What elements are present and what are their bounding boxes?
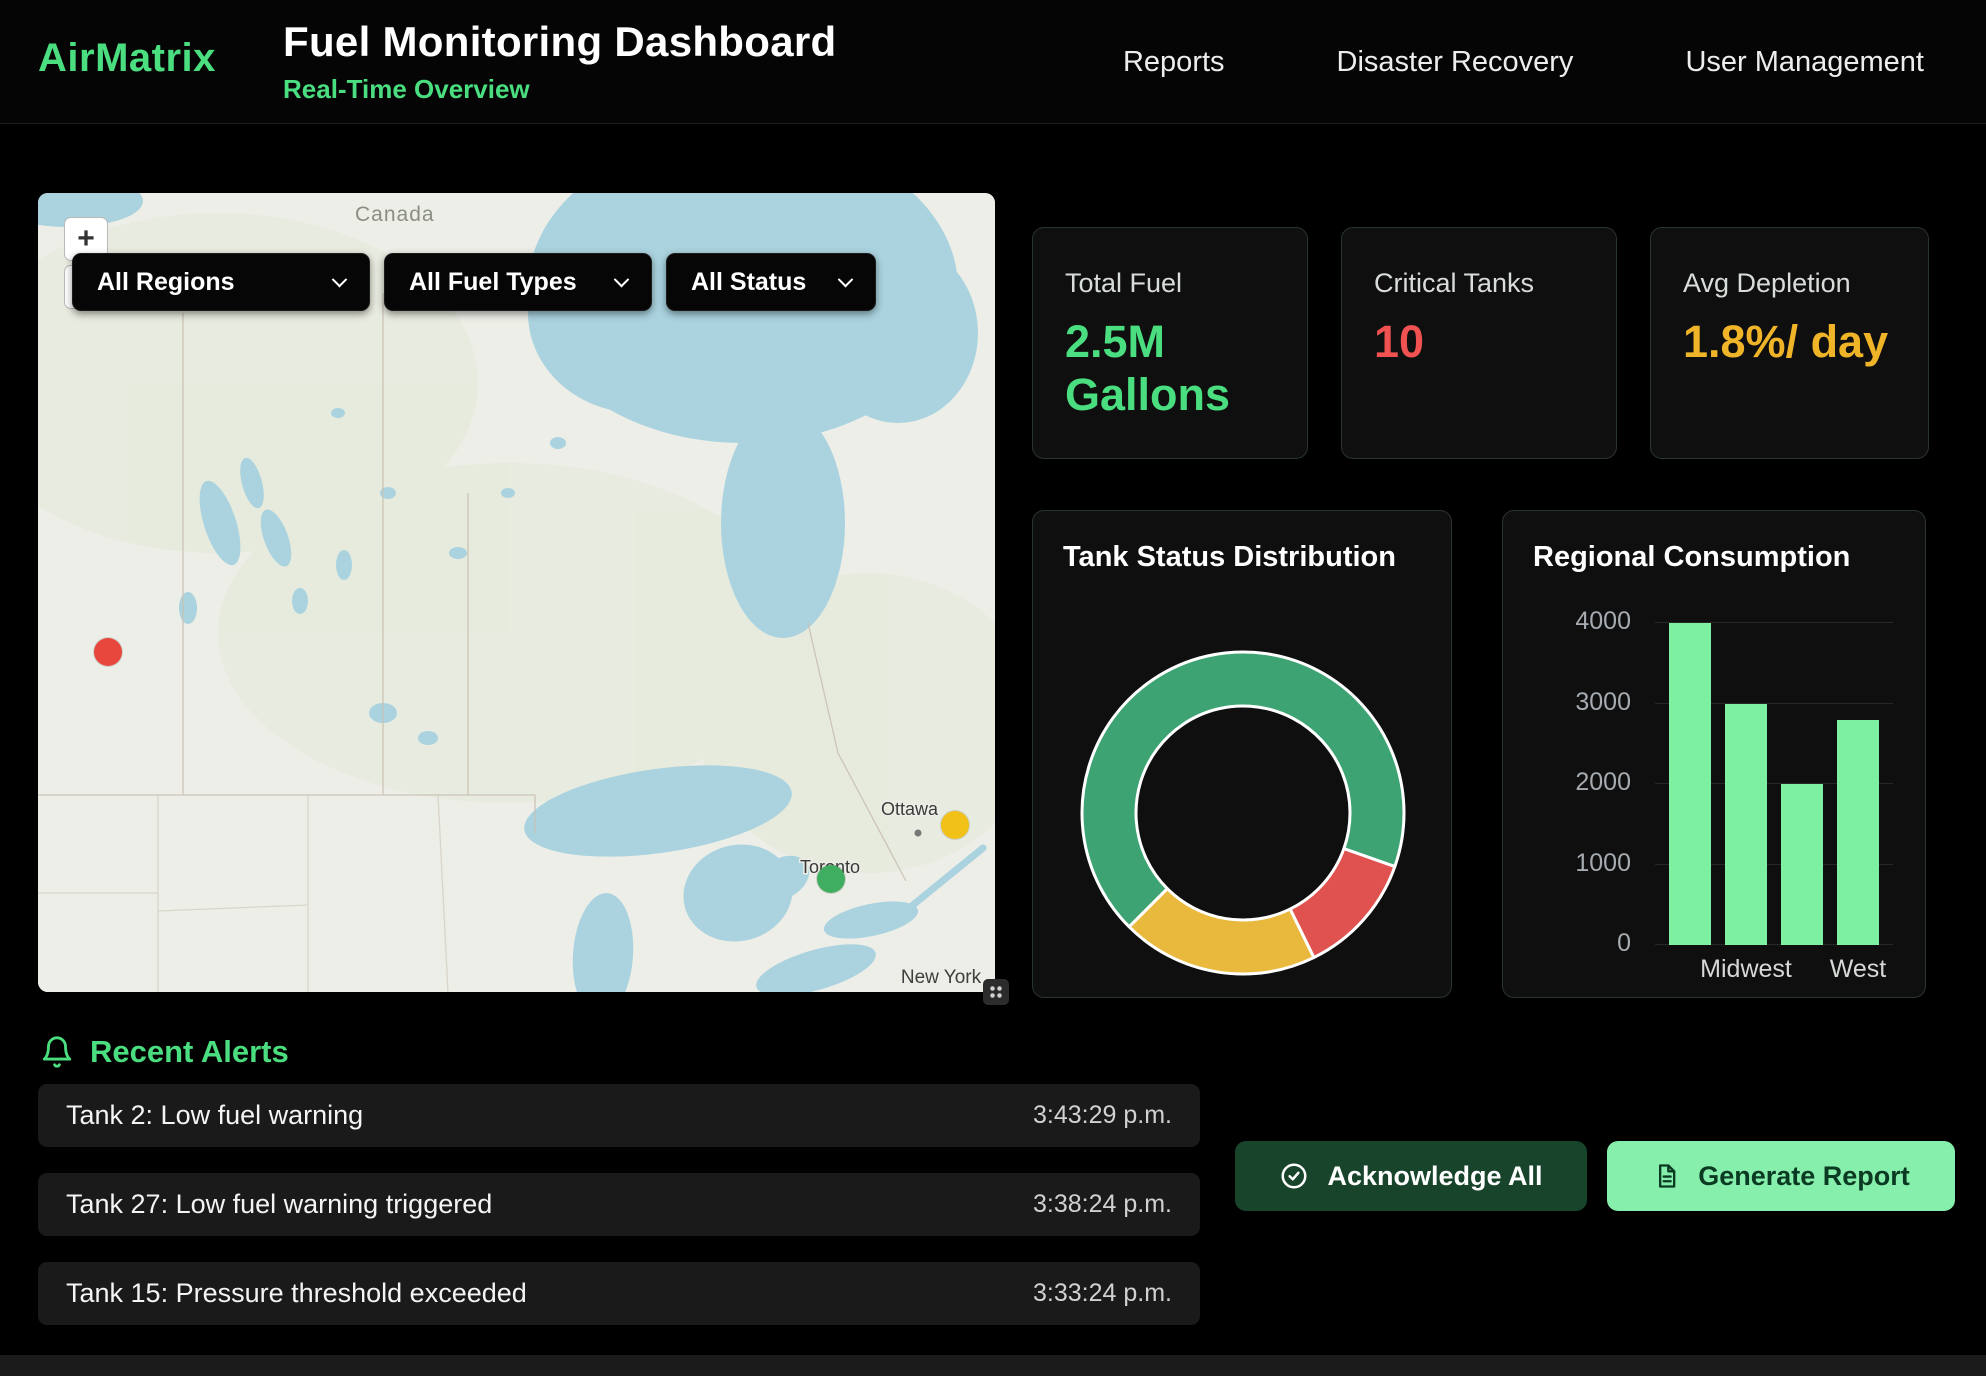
donut-chart (1073, 643, 1413, 983)
alert-message: Tank 15: Pressure threshold exceeded (66, 1278, 527, 1309)
alert-message: Tank 2: Low fuel warning (66, 1100, 363, 1131)
stat-label: Avg Depletion (1683, 268, 1900, 299)
x-tick-label: West (1830, 955, 1887, 984)
fuel-monitoring-dashboard: AirMatrix Fuel Monitoring Dashboard Real… (0, 0, 1986, 1376)
page-title: Fuel Monitoring Dashboard (283, 18, 836, 66)
stat-card-avg-depletion: Avg Depletion 1.8%/ day (1650, 227, 1929, 459)
map-canvas[interactable]: Canada Ottawa Toronto New York (38, 193, 995, 992)
nav-user-management[interactable]: User Management (1685, 46, 1924, 79)
map-resize-handle[interactable] (983, 979, 1009, 1005)
alert-row: Tank 27: Low fuel warning triggered 3:38… (38, 1173, 1200, 1236)
bar-1: Midwest (1725, 623, 1767, 945)
status-filter-value: All Status (691, 268, 806, 297)
bar-rect (1837, 720, 1879, 945)
acknowledge-all-button[interactable]: Acknowledge All (1235, 1141, 1587, 1211)
alert-timestamp: 3:33:24 p.m. (1033, 1279, 1172, 1308)
page-subtitle: Real-Time Overview (283, 74, 836, 105)
bar-chart-bars: Midwest West (1655, 623, 1893, 945)
bar-rect (1725, 704, 1767, 946)
regional-consumption-card: Regional Consumption 0 1000 2000 3000 4000 M… (1502, 510, 1926, 998)
map-city-dot-ottawa (915, 830, 922, 837)
bell-icon (40, 1035, 74, 1069)
tank-status-distribution-card: Tank Status Distribution (1032, 510, 1452, 998)
stat-value: 2.5M Gallons (1065, 315, 1279, 421)
bar-2 (1781, 623, 1823, 945)
alert-row: Tank 2: Low fuel warning 3:43:29 p.m. (38, 1084, 1200, 1147)
alert-timestamp: 3:38:24 p.m. (1033, 1190, 1172, 1219)
map-panel[interactable]: Canada Ottawa Toronto New York + − All R… (38, 193, 995, 992)
bar-chart-y-axis: 01000200030004000 (1503, 623, 1641, 945)
grip-dots-icon (989, 985, 1003, 999)
fuel-type-filter-dropdown[interactable]: All Fuel Types (384, 253, 652, 311)
alert-row: Tank 15: Pressure threshold exceeded 3:3… (38, 1262, 1200, 1325)
map-filter-bar: All Regions All Fuel Types All Status (72, 253, 876, 311)
map-label-ottawa: Ottawa (881, 799, 939, 819)
stat-label: Critical Tanks (1374, 268, 1588, 299)
region-filter-value: All Regions (97, 268, 235, 297)
region-filter-dropdown[interactable]: All Regions (72, 253, 370, 311)
stat-value: 1.8%/ day (1683, 315, 1900, 368)
y-tick-label: 3000 (1575, 688, 1631, 717)
nav-disaster-recovery[interactable]: Disaster Recovery (1337, 46, 1574, 79)
bar-rect (1781, 784, 1823, 945)
stat-label: Total Fuel (1065, 268, 1279, 299)
nav-reports[interactable]: Reports (1123, 46, 1225, 79)
check-circle-icon (1279, 1161, 1309, 1191)
alert-timestamp: 3:43:29 p.m. (1033, 1101, 1172, 1130)
chevron-down-icon (838, 271, 854, 287)
stat-card-total-fuel: Total Fuel 2.5M Gallons (1032, 227, 1308, 459)
stat-card-critical-tanks: Critical Tanks 10 (1341, 227, 1617, 459)
y-tick-label: 1000 (1575, 849, 1631, 878)
x-tick-label: Midwest (1700, 955, 1792, 984)
map-label-canada: Canada (355, 203, 435, 226)
app-logo[interactable]: AirMatrix (38, 36, 216, 81)
bar-rect (1669, 623, 1711, 945)
document-icon (1652, 1162, 1680, 1190)
recent-alerts-title: Recent Alerts (90, 1034, 289, 1070)
y-tick-label: 4000 (1575, 607, 1631, 636)
donut-segment-warning (1129, 889, 1314, 974)
map-marker-normal[interactable] (817, 865, 845, 893)
stat-value: 10 (1374, 315, 1588, 368)
top-bar: AirMatrix Fuel Monitoring Dashboard Real… (0, 0, 1986, 124)
chart-title: Regional Consumption (1533, 541, 1850, 574)
bar-3: West (1837, 623, 1879, 945)
generate-report-button[interactable]: Generate Report (1607, 1141, 1955, 1211)
status-filter-dropdown[interactable]: All Status (666, 253, 876, 311)
alert-message: Tank 27: Low fuel warning triggered (66, 1189, 492, 1220)
map-marker-critical[interactable] (94, 638, 122, 666)
acknowledge-all-label: Acknowledge All (1327, 1161, 1542, 1192)
chevron-down-icon (332, 271, 348, 287)
main-nav: Reports Disaster Recovery User Managemen… (1123, 0, 1924, 124)
generate-report-label: Generate Report (1698, 1161, 1910, 1192)
map-label-new-york: New York (901, 967, 982, 988)
chevron-down-icon (614, 271, 630, 287)
y-tick-label: 0 (1617, 929, 1631, 958)
recent-alerts-heading: Recent Alerts (40, 1030, 289, 1074)
bar-chart-plot: Midwest West (1655, 623, 1893, 945)
chart-title: Tank Status Distribution (1063, 541, 1396, 574)
y-tick-label: 2000 (1575, 768, 1631, 797)
map-marker-warning[interactable] (941, 811, 969, 839)
page-title-block: Fuel Monitoring Dashboard Real-Time Over… (283, 18, 836, 105)
fuel-type-filter-value: All Fuel Types (409, 268, 577, 297)
footer-bar (0, 1355, 1986, 1376)
bar-0 (1669, 623, 1711, 945)
